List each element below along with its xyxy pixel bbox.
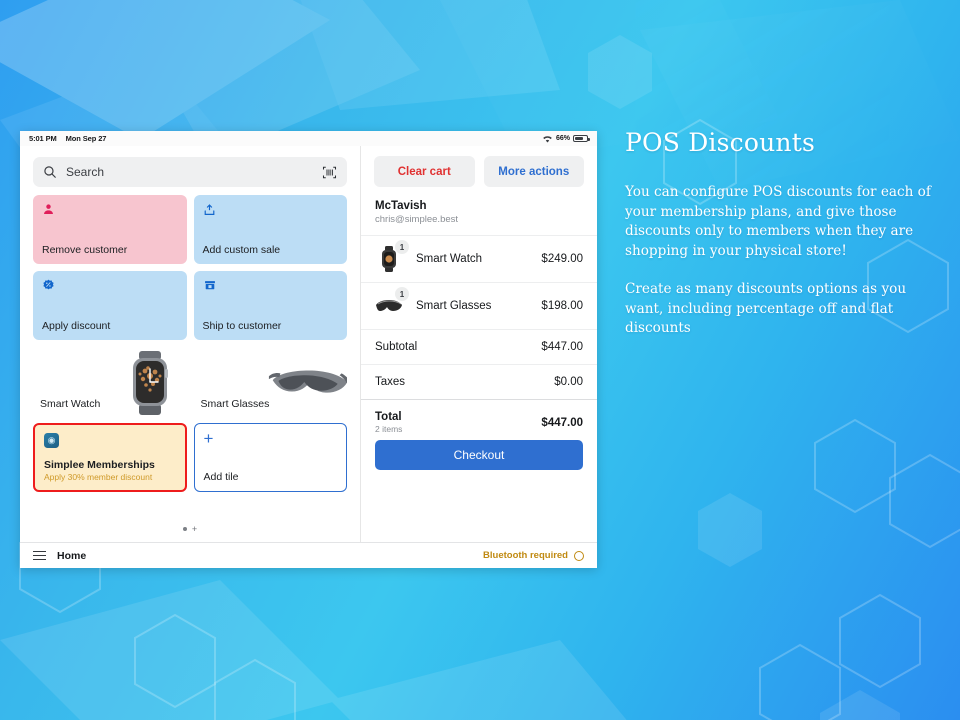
wifi-icon <box>542 135 553 143</box>
subtotal-label: Subtotal <box>375 341 417 353</box>
taxes-value: $0.00 <box>554 376 583 388</box>
cart-taxes-row: Taxes $0.00 <box>361 364 597 399</box>
tile-label: Remove customer <box>42 244 178 256</box>
status-ring-icon <box>574 551 584 561</box>
status-bar: 5:01 PM Mon Sep 27 66% <box>20 131 597 146</box>
barcode-scanner-icon[interactable] <box>318 161 340 183</box>
page-indicator[interactable]: + <box>20 516 360 542</box>
tile-add-tile[interactable]: + Add tile <box>194 423 348 492</box>
search-placeholder: Search <box>66 165 318 179</box>
tile-grid-pane: Search <box>20 146 361 542</box>
status-time: 5:01 PM <box>29 134 57 143</box>
line-item-qty: 1 <box>395 240 409 254</box>
person-icon <box>42 203 178 219</box>
subtotal-value: $447.00 <box>541 341 583 353</box>
cart-line-item[interactable]: 1 Smart Glasses $198.00 <box>361 282 597 329</box>
tile-label: Add custom sale <box>203 244 339 256</box>
tile-add-custom-sale[interactable]: Add custom sale <box>194 195 348 264</box>
battery-icon <box>573 135 588 143</box>
upload-box-icon <box>203 203 339 219</box>
hamburger-menu-icon[interactable] <box>33 551 46 560</box>
search-icon <box>43 165 57 179</box>
more-actions-button[interactable]: More actions <box>484 156 585 187</box>
search-input[interactable]: Search <box>33 157 347 187</box>
search-area: Search <box>20 146 360 195</box>
customer-email: chris@simplee.best <box>375 214 583 225</box>
tile-text-block: Simplee Memberships Apply 30% member dis… <box>44 459 176 482</box>
checkout-button[interactable]: Checkout <box>375 440 583 470</box>
tile-grid: Remove customer Add custom sale <box>20 195 360 516</box>
checkout-area: Checkout <box>361 440 597 480</box>
bluetooth-status[interactable]: Bluetooth required <box>483 550 584 561</box>
copy-paragraph-2: Create as many discounts options as you … <box>625 280 935 339</box>
discount-tag-icon <box>42 279 178 295</box>
tile-label: Smart Glasses <box>201 398 341 410</box>
tile-apply-discount[interactable]: Apply discount <box>33 271 187 340</box>
cart-subtotal-row: Subtotal $447.00 <box>361 329 597 364</box>
taxes-label: Taxes <box>375 376 405 388</box>
copy-paragraph-1: You can configure POS discounts for each… <box>625 183 935 262</box>
item-count: 2 items <box>375 424 402 434</box>
customer-name: McTavish <box>375 200 583 212</box>
add-page-icon[interactable]: + <box>192 526 197 532</box>
line-item-price: $249.00 <box>541 253 583 265</box>
bottom-bar: Home Bluetooth required <box>20 542 597 568</box>
home-label[interactable]: Home <box>57 550 86 562</box>
tile-label: Simplee Memberships <box>44 459 176 471</box>
tile-label: Add tile <box>204 471 338 483</box>
pos-tablet-screenshot: 5:01 PM Mon Sep 27 66% Search <box>20 131 597 568</box>
line-item-name: Smart Watch <box>416 253 541 265</box>
line-item-thumb-wrap: 1 <box>375 292 403 320</box>
cart-total-row: Total 2 items $447.00 <box>361 399 597 440</box>
line-item-qty: 1 <box>395 287 409 301</box>
tile-simplee-memberships[interactable]: ◉ Simplee Memberships Apply 30% member d… <box>33 423 187 492</box>
package-box-icon <box>203 279 339 295</box>
cart-pane: Clear cart More actions McTavish chris@s… <box>361 146 597 542</box>
total-value: $447.00 <box>541 417 583 429</box>
tile-ship-to-customer[interactable]: Ship to customer <box>194 271 348 340</box>
line-item-thumb-wrap: 1 <box>375 245 403 273</box>
simplee-app-icon: ◉ <box>44 433 176 449</box>
clear-cart-button[interactable]: Clear cart <box>374 156 475 187</box>
cart-customer[interactable]: McTavish chris@simplee.best <box>361 196 597 235</box>
status-date: Mon Sep 27 <box>66 134 107 143</box>
total-label: Total <box>375 411 402 423</box>
tile-remove-customer[interactable]: Remove customer <box>33 195 187 264</box>
line-item-name: Smart Glasses <box>416 300 541 312</box>
tile-label: Ship to customer <box>203 320 339 332</box>
status-indicators: 66% <box>542 135 588 143</box>
plus-icon: + <box>204 432 338 446</box>
tile-product-smart-watch[interactable]: Smart Watch <box>33 347 187 416</box>
tile-label: Apply discount <box>42 320 178 332</box>
bluetooth-label: Bluetooth required <box>483 550 568 561</box>
tile-label: Smart Watch <box>40 398 180 410</box>
page-dot-active[interactable] <box>183 527 187 531</box>
slide-copy: POS Discounts You can configure POS disc… <box>625 128 935 357</box>
page-title: POS Discounts <box>625 128 935 157</box>
tile-sublabel: Apply 30% member discount <box>44 472 176 482</box>
line-item-price: $198.00 <box>541 300 583 312</box>
cart-line-item[interactable]: 1 Smart Watch $249.00 <box>361 235 597 282</box>
cart-actions: Clear cart More actions <box>361 146 597 196</box>
tile-product-smart-glasses[interactable]: Smart Glasses <box>194 347 348 416</box>
battery-percent: 66% <box>556 135 570 142</box>
total-left: Total 2 items <box>375 411 402 434</box>
